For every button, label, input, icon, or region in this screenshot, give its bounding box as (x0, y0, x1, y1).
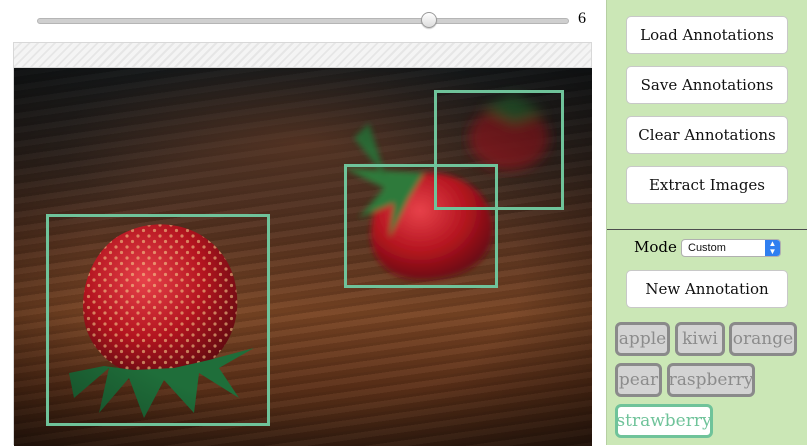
annotation-canvas[interactable] (13, 42, 592, 446)
slider-value: 6 (578, 10, 586, 27)
mode-label: Mode (634, 238, 677, 256)
annotation-box[interactable] (434, 90, 564, 210)
tag-orange[interactable]: orange (729, 322, 797, 356)
extract-images-button[interactable]: Extract Images (626, 166, 788, 204)
mode-select[interactable]: Custom ▲ ▼ (681, 239, 781, 257)
clear-annotations-button[interactable]: Clear Annotations (626, 116, 788, 154)
tag-apple[interactable]: apple (615, 322, 670, 356)
load-annotations-button[interactable]: Load Annotations (626, 16, 788, 54)
tag-strawberry[interactable]: strawberry (615, 404, 713, 438)
save-annotations-button[interactable]: Save Annotations (626, 66, 788, 104)
annotation-box[interactable] (46, 214, 270, 426)
control-panel: Load Annotations Save Annotations Clear … (606, 0, 807, 445)
tag-kiwi[interactable]: kiwi (675, 322, 725, 356)
new-annotation-button[interactable]: New Annotation (626, 270, 788, 308)
tag-pear[interactable]: pear (615, 363, 662, 397)
slider-thumb[interactable] (421, 12, 438, 28)
mode-select-value: Custom (688, 242, 726, 254)
strawberries-photo[interactable] (14, 68, 592, 446)
canvas-header-hatch (14, 43, 591, 68)
panel-divider (607, 229, 807, 230)
tag-raspberry[interactable]: raspberry (667, 363, 755, 397)
slider-track[interactable] (37, 18, 569, 24)
select-arrows-icon: ▲ ▼ (765, 240, 780, 256)
